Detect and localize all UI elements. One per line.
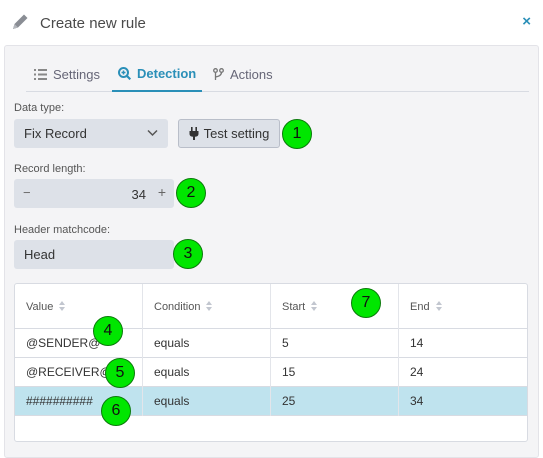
close-icon[interactable]: × bbox=[522, 13, 531, 30]
data-type-select[interactable]: Fix Record bbox=[14, 119, 168, 148]
cell-condition: equals bbox=[143, 387, 271, 416]
sort-icon bbox=[59, 301, 66, 312]
tab-detection[interactable]: Detection bbox=[112, 56, 202, 92]
annotation-badge-1: 1 bbox=[282, 119, 312, 149]
table-header: Value Condition Start End bbox=[15, 284, 527, 329]
column-header-condition[interactable]: Condition bbox=[143, 284, 271, 329]
test-setting-label: Test setting bbox=[203, 126, 270, 141]
header-matchcode-field[interactable]: Head bbox=[14, 240, 174, 269]
cell-condition: equals bbox=[143, 329, 271, 358]
tab-bar: Settings Detection Actions bbox=[26, 56, 529, 92]
table-row-selected[interactable]: ########## equals 25 34 bbox=[15, 387, 527, 416]
table-row[interactable]: @SENDER@ equals 5 14 bbox=[15, 329, 527, 358]
record-length-label: Record length: bbox=[14, 163, 86, 175]
tab-settings-label: Settings bbox=[53, 66, 100, 82]
annotation-badge-6: 6 bbox=[101, 396, 131, 426]
tab-actions[interactable]: Actions bbox=[213, 56, 283, 92]
detection-table: Value Condition Start End @SENDER@ equal… bbox=[14, 283, 528, 442]
sort-icon bbox=[435, 301, 443, 312]
record-length-stepper: − 34 + bbox=[14, 179, 174, 208]
cell-value: @SENDER@ bbox=[15, 329, 143, 358]
test-setting-button[interactable]: Test setting bbox=[178, 119, 280, 148]
branch-icon bbox=[213, 67, 224, 80]
annotation-badge-3: 3 bbox=[173, 239, 203, 269]
cell-end: 14 bbox=[410, 336, 424, 350]
column-header-label: Value bbox=[26, 300, 54, 313]
tab-actions-label: Actions bbox=[230, 66, 273, 82]
increment-button[interactable]: + bbox=[158, 184, 166, 200]
record-length-value[interactable]: 34 bbox=[132, 187, 146, 202]
cell-condition: equals bbox=[143, 358, 271, 387]
cell-end: 24 bbox=[410, 365, 424, 379]
sort-icon bbox=[311, 301, 318, 312]
tab-settings[interactable]: Settings bbox=[34, 56, 104, 92]
sort-icon bbox=[206, 301, 213, 312]
header-matchcode-label: Header matchcode: bbox=[14, 224, 110, 236]
column-header-label: End bbox=[410, 300, 430, 313]
cell-start: 5 bbox=[271, 329, 399, 358]
data-type-label: Data type: bbox=[14, 102, 65, 114]
search-plus-icon bbox=[118, 66, 131, 80]
plug-icon bbox=[189, 127, 199, 140]
annotation-badge-5: 5 bbox=[105, 358, 135, 388]
dialog-title: Create new rule bbox=[40, 15, 146, 32]
annotation-badge-7: 7 bbox=[351, 288, 381, 318]
chevron-down-icon bbox=[147, 129, 158, 137]
table-row[interactable]: @RECEIVER@ equals 15 24 bbox=[15, 358, 527, 387]
column-header-label: Condition bbox=[154, 300, 201, 313]
decrement-button[interactable]: − bbox=[23, 185, 31, 200]
tab-detection-label: Detection bbox=[137, 65, 197, 81]
data-type-value: Fix Record bbox=[24, 126, 87, 141]
pencil-icon bbox=[13, 14, 28, 29]
column-header-label: Start bbox=[282, 300, 306, 313]
list-icon bbox=[34, 68, 47, 80]
annotation-badge-4: 4 bbox=[93, 316, 123, 346]
cell-end: 34 bbox=[410, 394, 424, 408]
dialog-header: Create new rule × bbox=[0, 0, 543, 46]
column-header-end[interactable]: End bbox=[399, 284, 527, 329]
annotation-badge-2: 2 bbox=[176, 178, 206, 208]
cell-start: 15 bbox=[271, 358, 399, 387]
cell-start: 25 bbox=[271, 387, 399, 416]
column-header-value[interactable]: Value bbox=[15, 284, 143, 329]
